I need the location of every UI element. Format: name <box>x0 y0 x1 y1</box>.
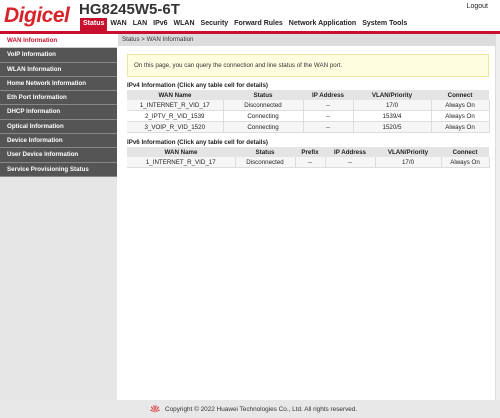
scrollbar[interactable] <box>495 34 500 400</box>
vlan-priority-cell[interactable]: 17/0 <box>375 157 442 168</box>
ip-address-cell[interactable]: -- <box>325 157 376 168</box>
column-header: VLAN/Priority <box>375 147 441 157</box>
sidebar-item-wlan-information[interactable]: WLAN Information <box>0 62 117 77</box>
sidebar-item-dhcp-information[interactable]: DHCP Information <box>0 105 117 120</box>
huawei-logo-icon <box>150 405 160 413</box>
table-header-row: WAN Name Status IP Address VLAN/Priority… <box>127 90 489 100</box>
column-header: Connect <box>431 90 489 100</box>
status-cell[interactable]: Disconnected <box>223 100 304 111</box>
status-cell[interactable]: Disconnected <box>235 157 296 168</box>
vlan-priority-cell[interactable]: 17/0 <box>353 100 432 111</box>
tab-system-tools[interactable]: System Tools <box>359 18 410 31</box>
table-row[interactable]: 3_VOIP_R_VID_1520 Connecting -- 1520/5 A… <box>127 121 490 133</box>
prefix-cell[interactable]: -- <box>295 157 326 168</box>
tab-network-application[interactable]: Network Application <box>286 18 359 31</box>
tab-wlan[interactable]: WLAN <box>171 18 198 31</box>
status-cell[interactable]: Connecting <box>223 110 304 122</box>
column-header: Status <box>223 90 303 100</box>
ipv6-table: WAN Name Status Prefix IP Address VLAN/P… <box>127 147 490 168</box>
tab-forward-rules[interactable]: Forward Rules <box>231 18 286 31</box>
breadcrumb: Status > WAN Information <box>118 34 496 46</box>
tab-wan[interactable]: WAN <box>107 18 129 31</box>
sidebar-item-eth-port-information[interactable]: Eth Port Information <box>0 91 117 106</box>
tab-ipv6[interactable]: IPv6 <box>150 18 170 31</box>
device-model: HG8245W5-6T <box>79 1 180 18</box>
status-cell[interactable]: Connecting <box>223 121 304 133</box>
tab-security[interactable]: Security <box>198 18 232 31</box>
table-row[interactable]: 1_INTERNET_R_VID_17 Disconnected -- -- 1… <box>127 157 490 168</box>
column-header: VLAN/Priority <box>353 90 431 100</box>
wan-name-cell[interactable]: 1_INTERNET_R_VID_17 <box>127 100 224 111</box>
ipv6-section-title: IPv6 Information (Click any table cell f… <box>127 139 268 146</box>
connect-cell[interactable]: Always On <box>431 100 490 111</box>
sidebar-item-device-information[interactable]: Device Information <box>0 134 117 149</box>
table-header-row: WAN Name Status Prefix IP Address VLAN/P… <box>127 147 489 157</box>
column-header: Status <box>235 147 295 157</box>
header: Digicel HG8245W5-6T Logout Status WAN LA… <box>0 0 500 32</box>
sidebar-item-home-network-information[interactable]: Home Network Information <box>0 76 117 92</box>
main-content: Status > WAN Information On this page, y… <box>118 34 496 400</box>
wan-name-cell[interactable]: 1_INTERNET_R_VID_17 <box>127 157 236 168</box>
sidebar: WAN Information VoIP Information WLAN In… <box>0 34 117 400</box>
sidebar-item-voip-information[interactable]: VoIP Information <box>0 48 117 63</box>
ip-address-cell[interactable]: -- <box>303 100 354 111</box>
ip-address-cell[interactable]: -- <box>303 121 354 133</box>
sidebar-item-optical-information[interactable]: Optical Information <box>0 119 117 135</box>
connect-cell[interactable]: Always On <box>441 157 490 168</box>
brand-logo: Digicel <box>4 4 70 27</box>
table-row[interactable]: 1_INTERNET_R_VID_17 Disconnected -- 17/0… <box>127 100 490 111</box>
ipv4-section-title: IPv4 Information (Click any table cell f… <box>127 82 268 89</box>
column-header: Connect <box>441 147 489 157</box>
wan-name-cell[interactable]: 2_IPTV_R_VID_1539 <box>127 110 224 122</box>
ip-address-cell[interactable]: -- <box>303 110 354 122</box>
sidebar-item-user-device-information[interactable]: User Device Information <box>0 148 117 163</box>
sidebar-item-service-provisioning-status[interactable]: Service Provisioning Status <box>0 162 117 177</box>
column-header: IP Address <box>303 90 353 100</box>
tab-status[interactable]: Status <box>80 18 108 31</box>
column-header: WAN Name <box>127 147 235 157</box>
column-header: Prefix <box>295 147 325 157</box>
copyright-text: Copyright © 2022 Huawei Technologies Co.… <box>165 405 358 413</box>
sidebar-item-wan-information[interactable]: WAN Information <box>0 34 117 49</box>
ipv4-table: WAN Name Status IP Address VLAN/Priority… <box>127 90 490 133</box>
logout-link[interactable]: Logout <box>467 3 488 10</box>
connect-cell[interactable]: Always On <box>431 110 490 122</box>
column-header: WAN Name <box>127 90 223 100</box>
footer: Copyright © 2022 Huawei Technologies Co.… <box>0 400 500 418</box>
wan-name-cell[interactable]: 3_VOIP_R_VID_1520 <box>127 121 224 133</box>
tab-lan[interactable]: LAN <box>130 18 150 31</box>
connect-cell[interactable]: Always On <box>431 121 490 133</box>
page-description: On this page, you can query the connecti… <box>127 54 489 77</box>
top-nav: Status WAN LAN IPv6 WLAN Security Forwar… <box>80 18 410 31</box>
column-header: IP Address <box>325 147 375 157</box>
vlan-priority-cell[interactable]: 1539/4 <box>353 110 432 122</box>
vlan-priority-cell[interactable]: 1520/5 <box>353 121 432 133</box>
table-row[interactable]: 2_IPTV_R_VID_1539 Connecting -- 1539/4 A… <box>127 110 490 122</box>
